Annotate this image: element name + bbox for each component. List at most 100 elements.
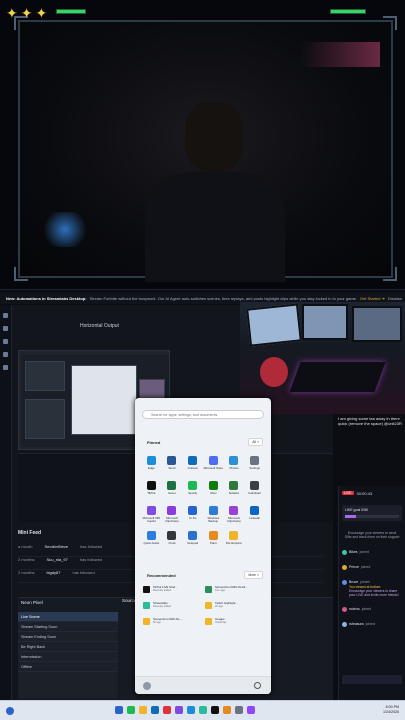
pinned-app[interactable]: TikTok	[141, 481, 162, 499]
blue-light	[40, 212, 90, 247]
scene-item[interactable]: Stream Starting Soon	[18, 622, 118, 632]
taskbar-app-icon[interactable]	[127, 706, 135, 714]
pinned-app[interactable]: Microsoft 365 Copilot	[141, 506, 162, 524]
nav-icon[interactable]	[3, 339, 8, 344]
app-icon	[208, 481, 218, 490]
power-icon[interactable]	[254, 682, 261, 689]
pinned-app[interactable]: File Explorer	[224, 531, 245, 549]
app-label: Microsoft Store	[203, 467, 224, 470]
chat-event: ruleasura joined	[339, 621, 405, 627]
pinned-app[interactable]: Microsoft Clipchamp	[224, 506, 245, 524]
app-label: Spotify	[188, 492, 198, 495]
live-chat-panel: LIVE 00:00:43 LIKE goal 0/50 Encourage y…	[338, 486, 405, 700]
webcam-overlay: ✦ ✦ ✦	[0, 0, 405, 290]
taskbar-app-icon[interactable]	[211, 706, 219, 714]
scene-item[interactable]: Be Right Back	[18, 642, 118, 652]
dismiss-button[interactable]: Dismiss	[388, 296, 402, 301]
chat-input[interactable]	[342, 675, 402, 684]
app-label: Quick Assist	[143, 542, 160, 545]
taskbar-app-icon[interactable]	[139, 706, 147, 714]
taskbar-app-icon[interactable]	[223, 706, 231, 714]
scene-item[interactable]: Offline	[18, 662, 118, 672]
live-badge: LIVE	[342, 491, 354, 495]
recommended-item[interactable]: TikTok LIVE Stud... Recently added	[143, 585, 201, 593]
pinned-app[interactable]: Spotify	[182, 481, 203, 499]
pinned-app[interactable]: Outlook	[182, 456, 203, 474]
keyboard	[289, 362, 386, 392]
taskbar-app-icon[interactable]	[151, 706, 159, 714]
pinned-app[interactable]: Xbox	[203, 481, 224, 499]
app-label: To Do	[188, 517, 197, 520]
banner-link[interactable]: Get Started ➜	[360, 296, 385, 301]
app-icon	[167, 481, 177, 490]
avatar[interactable]	[143, 682, 151, 690]
app-label: TikTok	[147, 492, 156, 495]
recommended-item[interactable]: Streamlabs Recently added	[143, 601, 201, 609]
taskbar-app-icon[interactable]	[175, 706, 183, 714]
pinned-app[interactable]: Windows Backup	[203, 506, 224, 524]
nav-icon[interactable]	[3, 365, 8, 370]
pinned-app[interactable]: Paint	[203, 531, 224, 549]
nav-icon[interactable]	[3, 352, 8, 357]
pinned-app[interactable]: Quick Assist	[141, 531, 162, 549]
pinned-app[interactable]: Clock	[162, 531, 183, 549]
chat-event: Prince joined	[339, 564, 405, 570]
recommended-item[interactable]: Twitch Highlight... 2h ago	[205, 601, 263, 609]
frame-corner	[14, 267, 28, 281]
recommended-item[interactable]: Images Yesterday	[205, 617, 263, 625]
app-icon	[208, 456, 218, 465]
taskbar-app-icon[interactable]	[247, 706, 255, 714]
app-label: Outlook	[187, 467, 198, 470]
pinned-app[interactable]: Microsoft Store	[203, 456, 224, 474]
taskbar-app-icon[interactable]	[199, 706, 207, 714]
pinned-app[interactable]: LinkedIn	[244, 506, 265, 524]
pinned-app[interactable]: To Do	[182, 506, 203, 524]
pinned-app[interactable]: Microsoft Clipchamp	[162, 506, 183, 524]
nav-icon[interactable]	[3, 313, 8, 318]
taskbar-app-icon[interactable]	[235, 706, 243, 714]
app-icon	[208, 506, 218, 515]
taskbar-app-icon[interactable]	[115, 706, 123, 714]
recommended-item[interactable]: Screenshot 2026-01-24... 11m ago	[205, 585, 263, 593]
taskbar-app-icon[interactable]	[187, 706, 195, 714]
clock[interactable]: 8:00 PM 1/24/2026	[383, 705, 399, 715]
app-icon	[167, 456, 177, 465]
scene-item[interactable]: Live Scene	[18, 612, 118, 622]
app-icon	[250, 506, 260, 515]
start-menu: Search for apps, settings, and documents…	[135, 398, 271, 694]
app-icon	[208, 531, 218, 540]
pinned-app[interactable]: Solitaire	[224, 481, 245, 499]
pinned-app[interactable]: Excel	[162, 481, 183, 499]
pinned-app[interactable]: Photos	[224, 456, 245, 474]
health-bar	[330, 9, 366, 14]
pinned-app[interactable]: Settings	[244, 456, 265, 474]
start-icon[interactable]	[6, 707, 14, 715]
chat-event: Bikes joined	[339, 549, 405, 555]
user-avatar	[342, 606, 347, 612]
more-button[interactable]: More >	[244, 571, 263, 579]
start-search-input[interactable]: Search for apps, settings, and documents	[142, 410, 264, 419]
chat-event: rodeos joined	[339, 606, 405, 612]
scene-item[interactable]: Intermission	[18, 652, 118, 662]
app-label: Clock	[168, 542, 176, 545]
pinned-app[interactable]: Calculator	[244, 481, 265, 499]
user-avatar	[342, 621, 347, 627]
pinned-app[interactable]: Edge	[141, 456, 162, 474]
start-footer	[135, 676, 271, 694]
app-label: Notepad	[187, 542, 199, 545]
all-apps-button[interactable]: All >	[248, 438, 263, 446]
app-label: File Explorer	[225, 542, 243, 545]
pinned-app[interactable]: Notepad	[182, 531, 203, 549]
app-icon	[146, 481, 156, 490]
taskbar-app-icon[interactable]	[163, 706, 171, 714]
app-icon	[188, 506, 198, 515]
scene-item[interactable]: Stream Ending Soon	[18, 632, 118, 642]
app-label: Windows Backup	[207, 517, 220, 524]
recommended-item[interactable]: Screenshot 2026-01-... 5h ago	[143, 617, 201, 625]
nav-icon[interactable]	[3, 326, 8, 331]
app-icon	[146, 531, 156, 540]
pinned-app[interactable]: Word	[162, 456, 183, 474]
app-icon	[229, 506, 239, 515]
scene-list: Live Scene Stream Starting Soon Stream E…	[18, 612, 118, 698]
app-label: Photos	[229, 467, 239, 470]
